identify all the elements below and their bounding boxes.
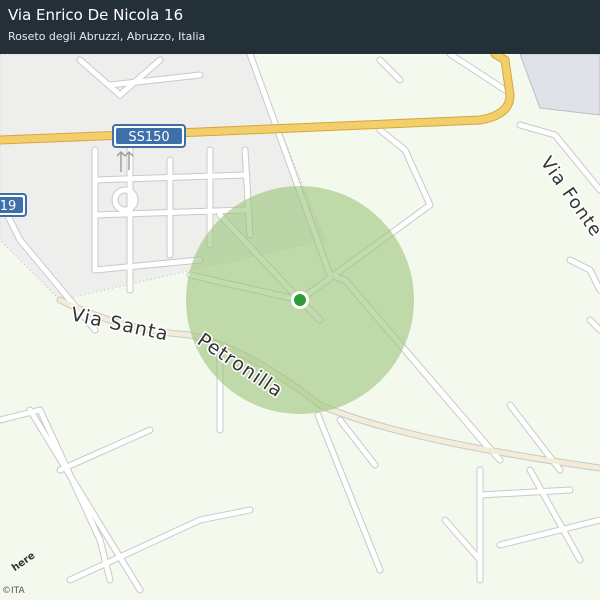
address-header: Via Enrico De Nicola 16 Roseto degli Abr… <box>0 0 600 54</box>
location-marker[interactable] <box>291 291 309 309</box>
map-canvas[interactable]: SS150 19 Via Santa Petronilla Via Fonte <box>0 0 600 600</box>
address-locality: Roseto degli Abruzzi, Abruzzo, Italia <box>8 30 206 43</box>
map-copyright: ©ITA <box>2 586 25 596</box>
road-19-label: 19 <box>0 199 16 214</box>
road-19-shield: 19 <box>0 193 27 217</box>
address-title: Via Enrico De Nicola 16 <box>8 6 184 24</box>
ss150-shield: SS150 <box>112 124 186 148</box>
ss150-label: SS150 <box>128 130 169 145</box>
